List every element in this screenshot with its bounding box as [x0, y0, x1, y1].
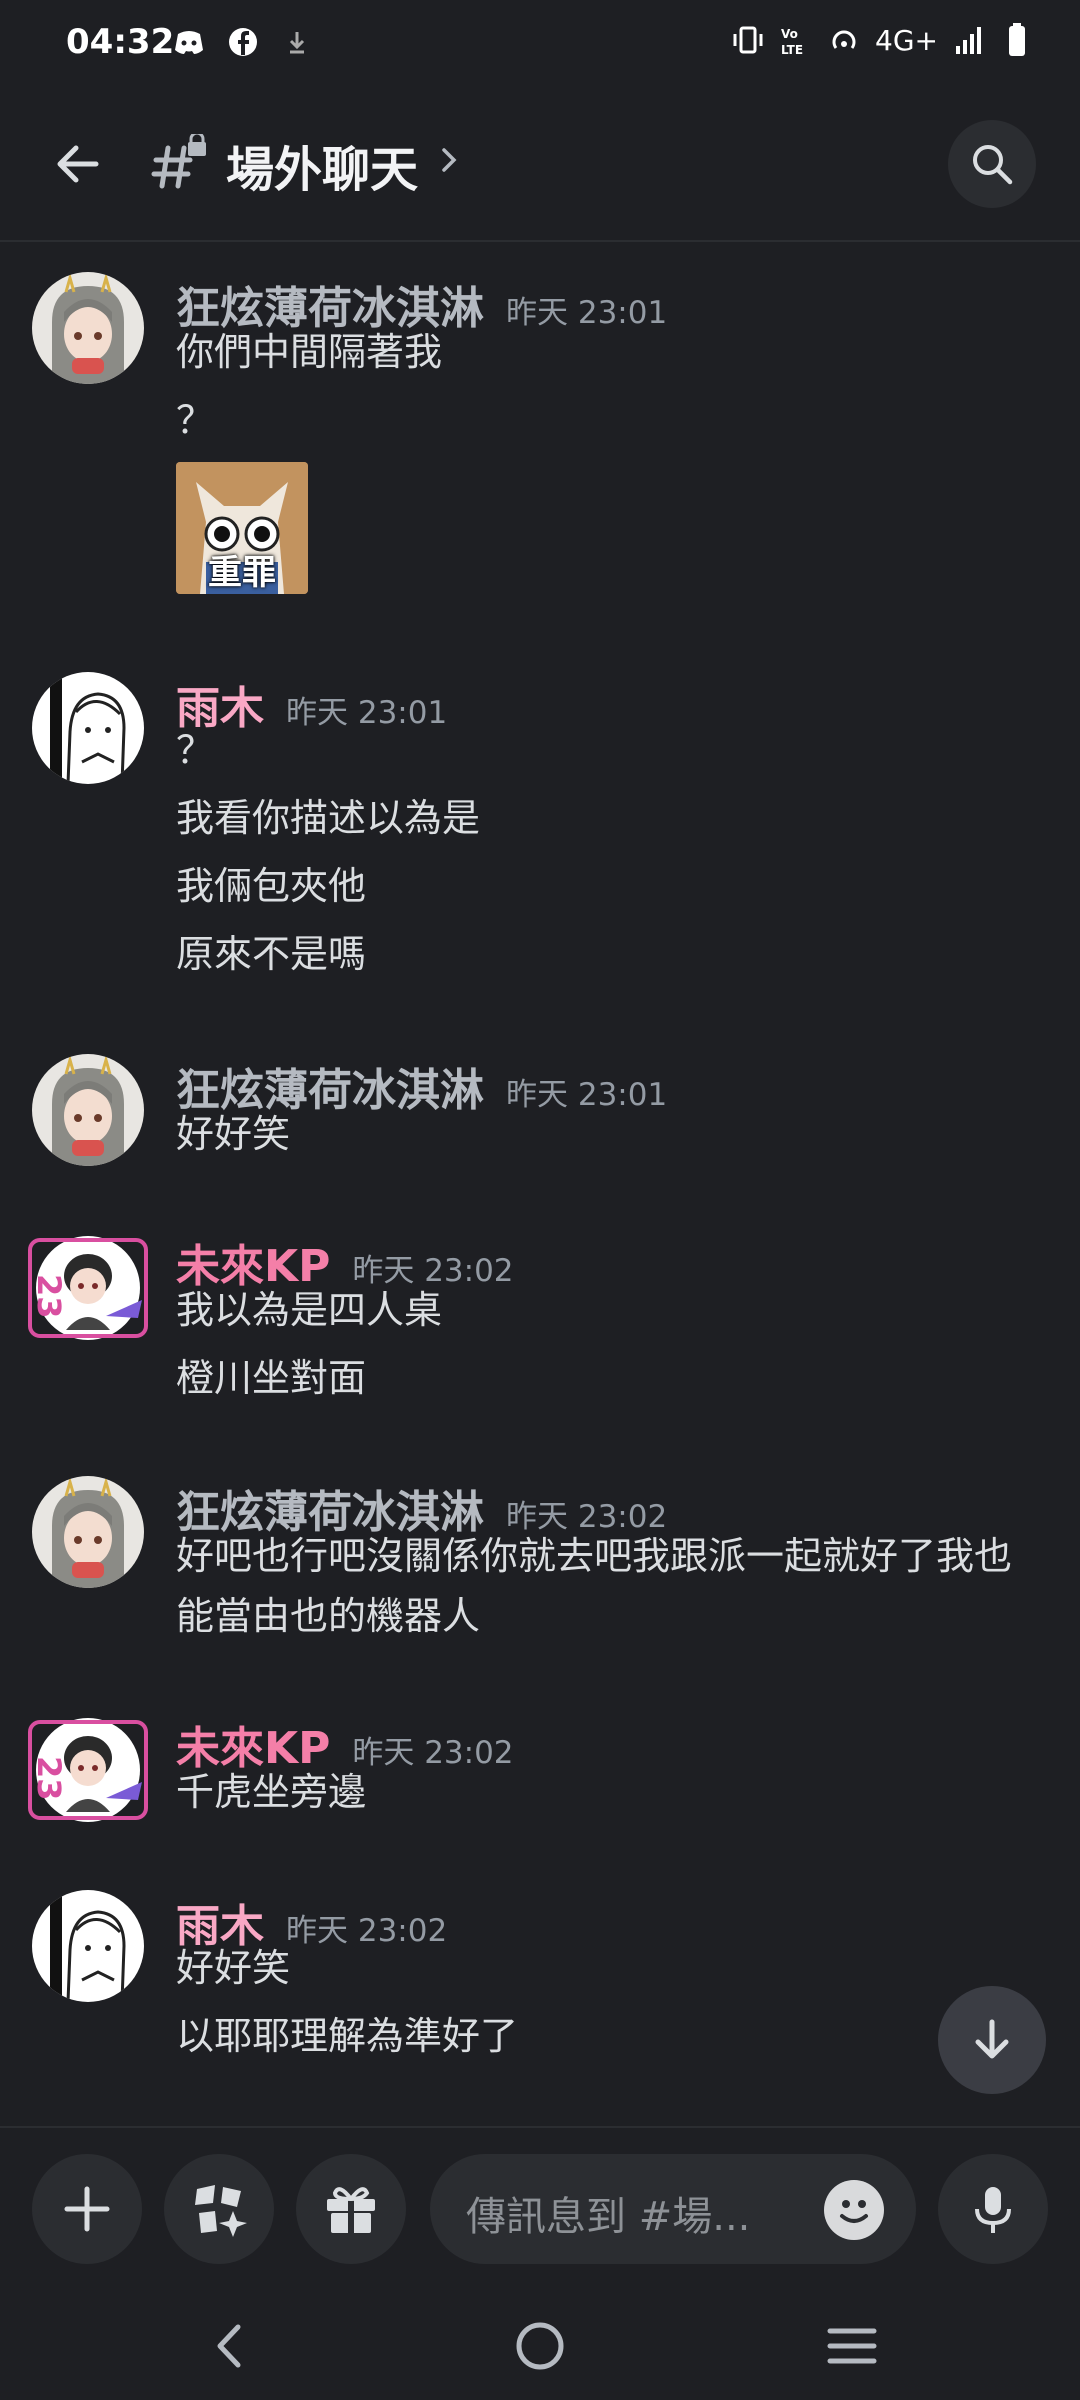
gift-icon: [327, 2187, 375, 2233]
network-type: 4G+: [875, 23, 938, 57]
nav-home-button[interactable]: [510, 2316, 570, 2376]
message-text: 以耶耶理解為準好了: [176, 2014, 519, 2058]
apps-icon: [195, 2185, 247, 2237]
chevron-left-icon: [217, 2324, 241, 2368]
system-navigation-bar: [0, 2286, 1080, 2400]
emoji-button[interactable]: [824, 2180, 884, 2240]
status-bar: 04:32 Vo LTE 4G+: [0, 0, 1080, 90]
message-text: 原來不是嗎: [176, 932, 367, 976]
nav-back-button[interactable]: [198, 2316, 258, 2376]
voice-message-button[interactable]: [938, 2154, 1048, 2264]
arrow-left-icon: [57, 145, 99, 183]
facebook-icon: [229, 28, 257, 56]
avatar[interactable]: 23: [26, 1230, 150, 1346]
message-timestamp: 昨天 23:02: [352, 1735, 514, 1771]
sticker-caption: 重罪: [208, 553, 276, 593]
plus-icon: [64, 2186, 110, 2232]
message-composer: 傳訊息到 #場...: [0, 2126, 1080, 2286]
volte-icon: Vo LTE: [781, 27, 803, 57]
svg-text:Vo: Vo: [781, 27, 798, 41]
message-list[interactable]: 狂炫薄荷冰淇淋 昨天 23:01 你們中間隔著我 ？ 重罪 雨木 昨天 23:0…: [0, 244, 1080, 2124]
arrow-down-icon: [975, 2019, 1009, 2059]
message-text: 我看你描述以為是: [176, 796, 481, 840]
chevron-right-icon: [442, 148, 457, 172]
message-input[interactable]: 傳訊息到 #場...: [430, 2154, 916, 2264]
jump-to-latest-button[interactable]: [938, 1986, 1046, 2094]
message-text: 好好笑: [176, 1946, 291, 1990]
avatar[interactable]: 23: [26, 1712, 150, 1828]
avatar[interactable]: [32, 1476, 144, 1588]
search-button[interactable]: [948, 120, 1036, 208]
message-timestamp: 昨天 23:01: [506, 295, 668, 331]
search-icon: [973, 145, 1013, 185]
status-system-icons: Vo LTE 4G+: [731, 22, 1034, 58]
message-input-placeholder: 傳訊息到 #場...: [466, 2194, 751, 2240]
locked-channel-hash-icon: [151, 134, 206, 189]
back-button[interactable]: [40, 126, 116, 202]
message-text: 好好笑: [176, 1112, 291, 1156]
download-icon: [289, 32, 305, 54]
message-timestamp: 昨天 23:01: [286, 695, 448, 731]
microphone-icon: [975, 2187, 1011, 2233]
avatar[interactable]: [32, 1054, 144, 1166]
message-text: 能當由也的機器人: [176, 1594, 481, 1638]
channel-header: 場外聊天: [0, 90, 1080, 242]
message-text: 我倆包夾他: [176, 864, 367, 908]
message-text: 千虎坐旁邊: [176, 1770, 367, 1814]
nav-recents-button[interactable]: [822, 2316, 882, 2376]
message-timestamp: 昨天 23:01: [506, 1077, 668, 1113]
status-notification-icons: [172, 24, 314, 60]
message-header: 雨木 昨天 23:01: [176, 672, 447, 736]
hotspot-icon: [832, 30, 856, 49]
avatar[interactable]: [32, 1890, 144, 2002]
message-text: 橙川坐對面: [176, 1356, 367, 1400]
channel-name[interactable]: 場外聊天: [226, 130, 418, 200]
svg-text:23: 23: [30, 1756, 68, 1801]
message-text: 好吧也行吧沒關係你就去吧我跟派一起就好了我也: [176, 1534, 1013, 1578]
message-text: ？: [176, 728, 215, 772]
message-text: 我以為是四人桌: [176, 1288, 443, 1332]
signal-icon: [956, 27, 981, 54]
svg-text:LTE: LTE: [781, 43, 803, 57]
battery-icon: [1009, 23, 1025, 56]
home-circle-icon: [516, 2322, 564, 2370]
svg-text:23: 23: [30, 1274, 68, 1319]
add-attachment-button[interactable]: [32, 2154, 142, 2264]
sticker-image[interactable]: 重罪: [176, 462, 308, 594]
apps-button[interactable]: [164, 2154, 274, 2264]
avatar[interactable]: [32, 272, 144, 384]
message-timestamp: 昨天 23:02: [286, 1913, 448, 1949]
gift-button[interactable]: [296, 2154, 406, 2264]
vibrate-icon: [733, 26, 763, 54]
discord-icon: [175, 31, 203, 54]
message-text: 你們中間隔著我: [176, 330, 443, 374]
smiley-icon: [840, 2200, 868, 2223]
avatar[interactable]: [32, 672, 144, 784]
menu-lines-icon: [827, 2328, 877, 2364]
message-text: ？: [176, 398, 215, 442]
status-time: 04:32: [66, 22, 175, 62]
